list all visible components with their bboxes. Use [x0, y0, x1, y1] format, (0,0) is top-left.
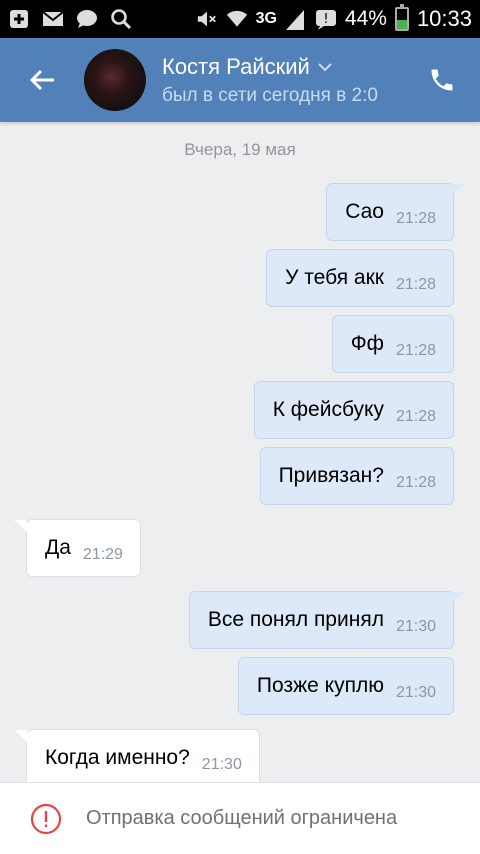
message-outgoing[interactable]: Все понял принял 21:30	[188, 591, 464, 649]
message-incoming[interactable]: Да 21:29	[14, 519, 141, 577]
message-text: Все понял принял	[207, 608, 384, 631]
message-time: 21:28	[395, 474, 436, 491]
message-time: 21:28	[395, 210, 436, 227]
message-outgoing[interactable]: Фф 21:28	[331, 315, 454, 373]
battery-percent: 44%	[344, 7, 387, 30]
message-outgoing[interactable]: Привязан? 21:28	[259, 447, 454, 505]
mute-icon	[196, 8, 218, 30]
phone-icon	[431, 69, 453, 91]
message-time: 21:29	[82, 546, 123, 563]
message-text: Когда именно?	[45, 746, 190, 769]
message-text: К фейсбуку	[272, 398, 384, 421]
notification-icon: !	[315, 8, 337, 30]
status-time: 10:33	[416, 6, 472, 31]
plus-square-icon	[8, 8, 30, 30]
message-time: 21:30	[201, 756, 242, 773]
message-outgoing[interactable]: У тебя акк 21:28	[266, 249, 454, 307]
search-icon	[110, 8, 132, 30]
warning-circle-icon	[30, 803, 62, 835]
battery-icon	[394, 4, 409, 31]
chat-header: Костя Райский был в сети сегодня в 2:0	[0, 38, 480, 122]
message-time: 21:28	[395, 408, 436, 425]
message-text: Привязан?	[278, 464, 384, 487]
message-text: Да	[45, 536, 71, 559]
chevron-down-icon	[318, 62, 332, 71]
message-time: 21:28	[395, 276, 436, 293]
restriction-bar: Отправка сообщений ограничена	[0, 782, 480, 854]
status-bar: 3G ! 44% 10:33	[0, 0, 480, 38]
contact-info[interactable]: Костя Райский был в сети сегодня в 2:0	[162, 54, 404, 107]
call-button[interactable]	[404, 38, 480, 122]
wifi-icon	[226, 8, 248, 30]
message-outgoing[interactable]: Сао 21:28	[326, 183, 464, 241]
message-text: Сао	[345, 200, 384, 223]
restriction-text: Отправка сообщений ограничена	[86, 807, 398, 829]
message-time: 21:28	[395, 342, 436, 359]
message-incoming[interactable]: Когда именно? 21:30	[14, 729, 260, 787]
signal-icon	[285, 8, 307, 30]
chat-bubble-icon	[76, 8, 98, 30]
network-type: 3G	[255, 10, 277, 27]
avatar[interactable]	[84, 49, 146, 111]
message-text: Позже куплю	[256, 674, 384, 697]
message-outgoing[interactable]: К фейсбуку 21:28	[253, 381, 454, 439]
message-text: Фф	[350, 332, 384, 355]
date-separator: Вчера, 19 мая	[184, 140, 296, 159]
contact-name: Костя Райский	[162, 53, 310, 79]
mail-icon	[42, 8, 64, 30]
message-time: 21:30	[395, 684, 436, 701]
message-outgoing[interactable]: Позже куплю 21:30	[237, 657, 454, 715]
contact-status: был в сети сегодня в 2:0	[162, 84, 378, 106]
message-text: У тебя акк	[285, 266, 384, 289]
arrow-back-icon	[29, 69, 54, 91]
message-time: 21:30	[395, 618, 436, 635]
svg-text:!: !	[323, 12, 328, 27]
back-button[interactable]	[0, 38, 84, 122]
